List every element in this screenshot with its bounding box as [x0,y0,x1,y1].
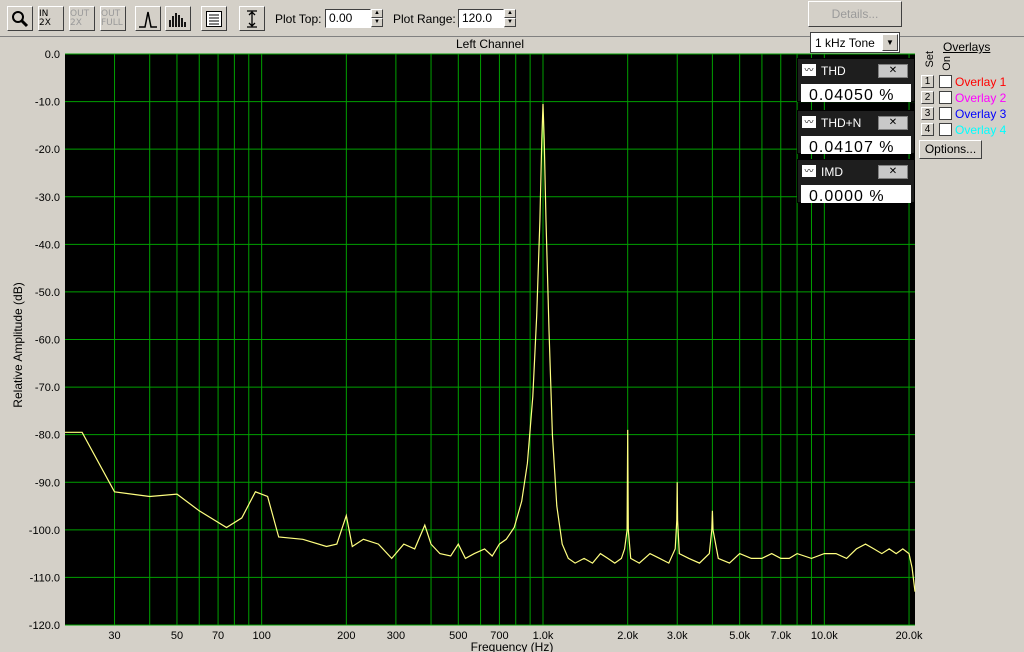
y-tick-label: -40.0 [35,239,60,251]
x-tick-label: 200 [337,630,355,642]
thd-meter: 〰 THD ✕ 0.04050 % [797,58,915,102]
x-tick-label: 300 [387,630,405,642]
thd-label: THD [821,64,846,78]
overlays-title: Overlays [943,40,991,54]
bar-plot-icon[interactable] [165,6,191,31]
zoom-out-button[interactable]: OUT 2X [69,6,95,31]
x-axis-label: Frequency (Hz) [471,640,554,652]
y-tick-label: -110.0 [30,572,60,584]
imd-label: IMD [821,165,843,179]
overlay-name: Overlay 4 [955,123,1007,137]
line-plot-icon[interactable] [135,6,161,31]
x-tick-label: 2.0k [617,630,638,642]
overlay-checkbox[interactable] [939,107,952,120]
overlay-set-button[interactable]: 4 [921,123,934,136]
x-tick-label: 30 [108,630,120,642]
x-tick-label: 100 [252,630,270,642]
y-tick-label: 0.0 [45,49,60,61]
set-column-label: Set [924,51,936,68]
vertical-range-icon[interactable] [239,6,265,31]
thdn-value: 0.04107 % [801,136,911,154]
chart-title: Left Channel [456,37,524,51]
overlay-name: Overlay 2 [955,91,1007,105]
overlay-name: Overlay 3 [955,107,1007,121]
options-button[interactable]: Options... [919,140,982,159]
y-tick-label: -80.0 [35,430,60,442]
on-column-label: On [941,56,953,71]
x-tick-label: 10.0k [811,630,838,642]
imd-value: 0.0000 % [801,185,911,203]
plot-range-input[interactable]: 120.0 [458,9,504,28]
y-axis-label: Relative Amplitude (dB) [11,282,25,407]
y-tick-label: -50.0 [35,287,60,299]
overlay-set-button[interactable]: 3 [921,107,934,120]
x-tick-label: 3.0k [667,630,688,642]
overlay-set-button[interactable]: 1 [921,75,934,88]
thdn-meter: 〰 THD+N ✕ 0.04107 % [797,110,915,154]
thdn-label: THD+N [821,116,862,130]
y-tick-label: -30.0 [35,192,60,204]
plot-top-label: Plot Top: [275,12,322,26]
plot-range-label: Plot Range: [393,12,456,26]
overlay-checkbox[interactable] [939,123,952,136]
overlay-set-button[interactable]: 2 [921,91,934,104]
imd-meter: 〰 IMD ✕ 0.0000 % [797,159,915,203]
zoom-full-button[interactable]: OUT FULL [100,6,126,31]
x-tick-label: 5.0k [729,630,750,642]
x-tick-label: 50 [171,630,183,642]
settings-panel-icon[interactable] [201,6,227,31]
x-tick-label: 70 [212,630,224,642]
y-tick-label: -90.0 [35,477,60,489]
waveform-icon: 〰 [802,64,816,76]
y-tick-label: -120.0 [29,620,60,632]
x-tick-label: 500 [449,630,467,642]
overlay-checkbox[interactable] [939,91,952,104]
waveform-icon: 〰 [802,165,816,177]
y-tick-label: -20.0 [35,144,60,156]
y-tick-label: -10.0 [35,97,60,109]
x-tick-label: 20.0k [896,630,923,642]
thd-value: 0.04050 % [801,84,911,102]
y-tick-label: -60.0 [35,335,60,347]
details-button[interactable]: Details... [808,1,902,27]
x-tick-label: 7.0k [770,630,791,642]
overlay-checkbox[interactable] [939,75,952,88]
close-icon[interactable]: ✕ [878,116,908,130]
plot-range-spinner[interactable]: ▲ ▼ [504,9,516,28]
plot-top-input[interactable]: 0.00 [325,9,371,28]
close-icon[interactable]: ✕ [878,165,908,179]
y-tick-label: -70.0 [35,382,60,394]
zoom-in-button[interactable]: IN 2X [38,6,64,31]
plot-top-spinner[interactable]: ▲ ▼ [371,9,383,28]
waveform-icon: 〰 [802,116,816,128]
close-icon[interactable]: ✕ [878,64,908,78]
y-tick-label: -100.0 [29,525,60,537]
magnifier-icon[interactable] [7,6,33,31]
overlay-name: Overlay 1 [955,75,1007,89]
